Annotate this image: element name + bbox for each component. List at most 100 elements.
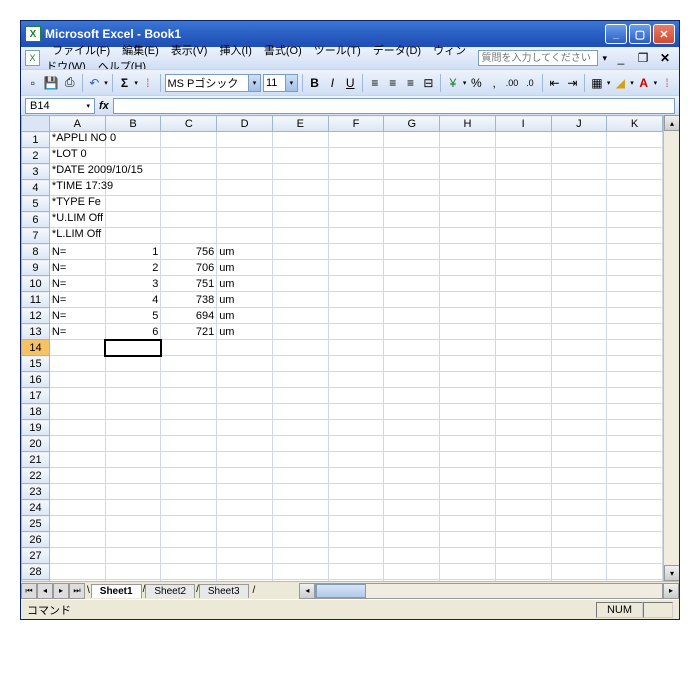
cell[interactable] [272, 580, 328, 582]
cell[interactable] [440, 436, 496, 452]
cell[interactable] [161, 212, 217, 228]
cell[interactable] [607, 356, 663, 372]
cell[interactable] [328, 292, 384, 308]
cell[interactable] [105, 148, 161, 164]
font-size-select[interactable]: 11▾ [263, 74, 298, 92]
col-header[interactable]: F [328, 116, 384, 132]
font-color-button[interactable]: A [636, 73, 652, 93]
row-header[interactable]: 9 [22, 260, 50, 276]
cell[interactable] [607, 436, 663, 452]
cell[interactable] [384, 404, 440, 420]
cell[interactable] [495, 164, 551, 180]
cell[interactable] [49, 500, 105, 516]
cell[interactable] [272, 500, 328, 516]
cell[interactable] [328, 436, 384, 452]
cell[interactable] [105, 356, 161, 372]
cell[interactable] [551, 212, 607, 228]
cell[interactable] [217, 148, 273, 164]
increase-indent-button[interactable]: ⇥ [564, 73, 580, 93]
cell[interactable] [328, 516, 384, 532]
cell[interactable] [495, 324, 551, 340]
menu-item[interactable]: 表示(V) [165, 43, 214, 59]
cell[interactable] [551, 244, 607, 260]
cell[interactable] [105, 468, 161, 484]
cell[interactable] [217, 372, 273, 388]
cell[interactable] [440, 420, 496, 436]
cell[interactable] [272, 420, 328, 436]
cell[interactable] [272, 308, 328, 324]
cell[interactable] [607, 372, 663, 388]
cell[interactable] [49, 436, 105, 452]
cell[interactable] [217, 436, 273, 452]
cell[interactable] [607, 468, 663, 484]
cell[interactable] [217, 356, 273, 372]
cell[interactable]: um [217, 324, 273, 340]
cell[interactable] [328, 308, 384, 324]
cell[interactable] [495, 548, 551, 564]
cell[interactable] [607, 388, 663, 404]
borders-button[interactable]: ▦ [589, 73, 605, 93]
menu-item[interactable]: 編集(E) [116, 43, 165, 59]
row-header[interactable]: 22 [22, 468, 50, 484]
cell[interactable] [495, 580, 551, 582]
cell[interactable] [495, 532, 551, 548]
cell[interactable] [607, 164, 663, 180]
cell[interactable] [161, 356, 217, 372]
cell[interactable] [161, 372, 217, 388]
row-header[interactable]: 6 [22, 212, 50, 228]
print-button[interactable]: ⎙ [62, 73, 78, 93]
col-header[interactable]: J [551, 116, 607, 132]
cell[interactable] [272, 452, 328, 468]
cell[interactable] [328, 324, 384, 340]
row-header[interactable]: 16 [22, 372, 50, 388]
cell[interactable] [607, 244, 663, 260]
row-header[interactable]: 29 [22, 580, 50, 582]
cell[interactable] [217, 564, 273, 580]
cell[interactable] [495, 308, 551, 324]
cell[interactable] [495, 244, 551, 260]
row-header[interactable]: 11 [22, 292, 50, 308]
cell[interactable] [607, 484, 663, 500]
cell[interactable] [328, 548, 384, 564]
cell[interactable] [607, 580, 663, 582]
row-header[interactable]: 7 [22, 228, 50, 244]
menu-item[interactable]: ファイル(F) [46, 43, 116, 59]
cell[interactable] [440, 244, 496, 260]
cell[interactable] [495, 260, 551, 276]
cell[interactable]: um [217, 292, 273, 308]
cell[interactable] [551, 276, 607, 292]
cell[interactable] [495, 132, 551, 148]
cell[interactable] [161, 564, 217, 580]
cell[interactable] [217, 484, 273, 500]
cell[interactable]: 6 [105, 324, 161, 340]
col-header[interactable]: A [49, 116, 105, 132]
close-doc-button[interactable]: ✕ [655, 48, 675, 68]
cell[interactable] [440, 260, 496, 276]
sheet-tab[interactable]: Sheet2 [145, 584, 195, 598]
cell[interactable] [495, 388, 551, 404]
cell[interactable] [105, 388, 161, 404]
cell[interactable] [384, 164, 440, 180]
cell[interactable] [328, 148, 384, 164]
cell[interactable] [384, 468, 440, 484]
cell[interactable]: *LOT 0 [49, 148, 105, 164]
undo-dropdown-icon[interactable]: ▾ [104, 79, 108, 87]
cell[interactable] [551, 228, 607, 244]
cell[interactable] [607, 452, 663, 468]
cell[interactable] [105, 516, 161, 532]
cell[interactable] [384, 292, 440, 308]
row-header[interactable]: 10 [22, 276, 50, 292]
borders-dropdown-icon[interactable]: ▾ [607, 79, 611, 87]
cell[interactable] [495, 404, 551, 420]
cell[interactable] [440, 340, 496, 356]
cell[interactable]: *TIME 17:39 [49, 180, 105, 196]
cell[interactable] [440, 468, 496, 484]
cell[interactable] [495, 340, 551, 356]
cell[interactable] [161, 532, 217, 548]
cell[interactable] [49, 548, 105, 564]
cell[interactable] [607, 404, 663, 420]
cell[interactable] [217, 180, 273, 196]
cell[interactable] [495, 180, 551, 196]
cell[interactable] [328, 532, 384, 548]
autosum-dropdown-icon[interactable]: ▾ [134, 79, 138, 87]
